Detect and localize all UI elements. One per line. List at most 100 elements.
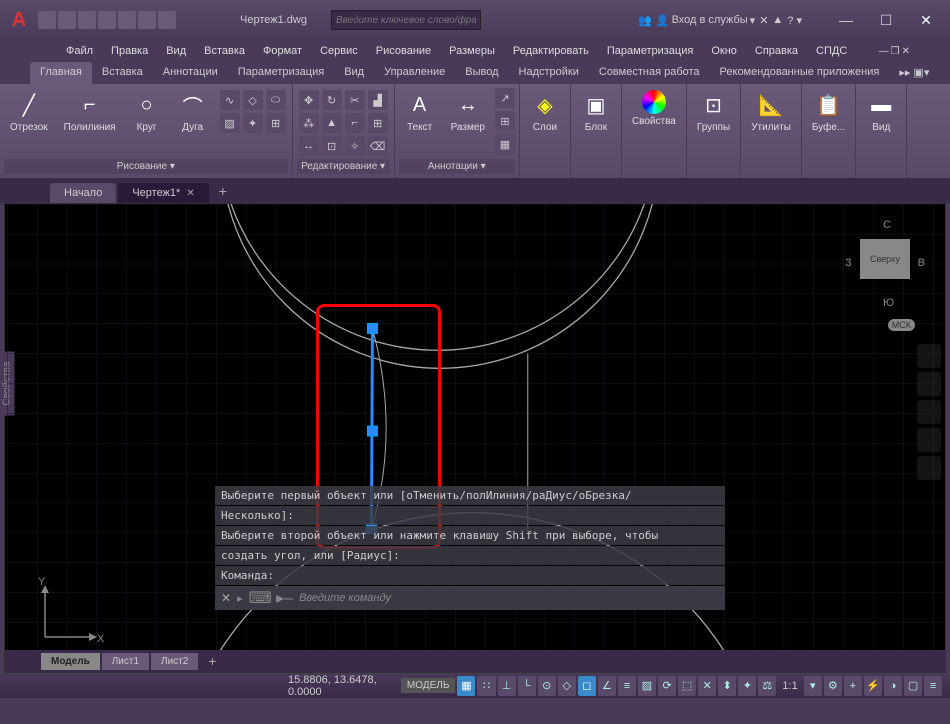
maximize-button[interactable]: ☐ <box>866 5 906 35</box>
annot-tool-icon[interactable]: ▦ <box>495 134 515 154</box>
viewcube-top[interactable]: Сверху <box>860 239 910 279</box>
new-tab-button[interactable]: + <box>211 179 235 203</box>
cmd-expand-icon[interactable]: ▸ <box>237 592 243 605</box>
otrack-toggle-icon[interactable]: ∠ <box>598 676 616 696</box>
rtab-collab[interactable]: Совместная работа <box>589 62 710 84</box>
draw-tool-icon[interactable]: ✦ <box>243 113 263 133</box>
layout-sheet2[interactable]: Лист2 <box>151 653 198 670</box>
cmd-close-icon[interactable]: ✕ <box>221 591 231 605</box>
ucs-icon[interactable]: YX <box>35 577 105 652</box>
nav-pan-icon[interactable] <box>917 372 941 396</box>
command-input[interactable]: Введите команду <box>299 592 391 604</box>
menu-insert[interactable]: Вставка <box>198 43 251 59</box>
qat-undo-icon[interactable] <box>138 11 156 29</box>
menu-draw[interactable]: Рисование <box>370 43 437 59</box>
layout-sheet1[interactable]: Лист1 <box>102 653 149 670</box>
wcs-badge[interactable]: МСК <box>888 319 915 331</box>
minimize-button[interactable]: — <box>826 5 866 35</box>
login-button[interactable]: 👤Вход в службы▾ <box>656 14 755 27</box>
array-icon[interactable]: ⊞ <box>368 113 388 133</box>
nav-orbit-icon[interactable] <box>917 428 941 452</box>
rtab-extra[interactable]: ▸▸ ▣▾ <box>889 62 939 84</box>
offset-icon[interactable]: ⊡ <box>322 136 342 156</box>
menu-edit[interactable]: Правка <box>105 43 154 59</box>
scale-dropdown-icon[interactable]: ▾ <box>804 676 822 696</box>
doc-close-icon[interactable]: ✕ <box>902 46 910 57</box>
qat-open-icon[interactable] <box>58 11 76 29</box>
rtab-view[interactable]: Вид <box>334 62 374 84</box>
polyline-button[interactable]: ⌐Полилиния <box>58 88 122 135</box>
qat-save-icon[interactable] <box>78 11 96 29</box>
command-window[interactable]: Выберите первый объект или [оТменить/пол… <box>215 486 725 610</box>
mirror-icon[interactable]: ▟ <box>368 90 388 110</box>
command-input-row[interactable]: ✕ ▸ ⌨ ▸– Введите команду <box>215 586 725 610</box>
3dosnap-toggle-icon[interactable]: ⬚ <box>678 676 696 696</box>
fillet-icon[interactable]: ⌐ <box>345 113 365 133</box>
panel-label[interactable]: Редактирование ▾ <box>297 159 390 174</box>
customize-icon[interactable]: ≡ <box>924 676 942 696</box>
groups-button[interactable]: ⊡Группы <box>691 88 736 135</box>
osnap-toggle-icon[interactable]: ◻ <box>578 676 596 696</box>
menu-dimension[interactable]: Размеры <box>443 43 501 59</box>
coords-readout[interactable]: 15.8806, 13.6478, 0.0000 <box>288 674 391 698</box>
qat-plot-icon[interactable] <box>118 11 136 29</box>
qat-new-icon[interactable] <box>38 11 56 29</box>
move-icon[interactable]: ✥ <box>299 90 319 110</box>
doc-restore-icon[interactable]: ❐ <box>891 46 900 57</box>
menu-spds[interactable]: СПДС <box>810 43 853 59</box>
rotate-icon[interactable]: ↻ <box>322 90 342 110</box>
compass-e[interactable]: В <box>918 257 925 269</box>
draw-tool-icon[interactable]: ⊞ <box>266 113 286 133</box>
cleanscreen-icon[interactable]: ▢ <box>904 676 922 696</box>
drawing-area[interactable]: Свойства С З В Ю Сверху МСК <box>4 203 946 673</box>
transparency-toggle-icon[interactable]: ▨ <box>638 676 656 696</box>
block-button[interactable]: ▣Блок <box>575 88 617 135</box>
copy-icon[interactable]: ⁂ <box>299 113 319 133</box>
menu-format[interactable]: Формат <box>257 43 308 59</box>
menu-tools[interactable]: Сервис <box>314 43 364 59</box>
trim-icon[interactable]: ✂ <box>345 90 365 110</box>
panel-label[interactable]: Аннотации ▾ <box>399 159 515 174</box>
annoscale-toggle-icon[interactable]: ⚖ <box>758 676 776 696</box>
erase-icon[interactable]: ⌫ <box>368 136 388 156</box>
help-icon[interactable]: ? ▾ <box>787 14 802 27</box>
lineweight-toggle-icon[interactable]: ≡ <box>618 676 636 696</box>
menu-file[interactable]: Файл <box>60 43 99 59</box>
rtab-manage[interactable]: Управление <box>374 62 455 84</box>
ortho-toggle-icon[interactable]: └ <box>518 676 536 696</box>
close-button[interactable]: ✕ <box>906 5 946 35</box>
draw-tool-icon[interactable]: ⬭ <box>266 90 286 110</box>
stretch-icon[interactable]: ↔ <box>299 136 319 156</box>
utilities-button[interactable]: 📐Утилиты <box>745 88 797 135</box>
nav-wheel-icon[interactable] <box>917 344 941 368</box>
menu-modify[interactable]: Редактировать <box>507 43 595 59</box>
rtab-output[interactable]: Вывод <box>455 62 508 84</box>
tab-drawing[interactable]: Чертеж1*✕ <box>118 183 208 203</box>
text-button[interactable]: AТекст <box>399 88 441 154</box>
compass-n[interactable]: С <box>883 219 891 231</box>
rtab-addins[interactable]: Надстройки <box>509 62 589 84</box>
gizmo-toggle-icon[interactable]: ✦ <box>738 676 756 696</box>
exchange-icon[interactable]: ✕ <box>759 14 768 27</box>
dynucs-toggle-icon[interactable]: ✕ <box>698 676 716 696</box>
rtab-annotate[interactable]: Аннотации <box>153 62 228 84</box>
view-button[interactable]: ▬Вид <box>860 88 902 135</box>
layout-model[interactable]: Модель <box>41 653 100 670</box>
nav-showmotion-icon[interactable] <box>917 456 941 480</box>
menu-help[interactable]: Справка <box>749 43 804 59</box>
infer-toggle-icon[interactable]: ⊥ <box>498 676 516 696</box>
tab-close-icon[interactable]: ✕ <box>186 188 194 199</box>
snap-toggle-icon[interactable]: ∷ <box>477 676 495 696</box>
compass-s[interactable]: Ю <box>883 297 894 309</box>
qat-saveas-icon[interactable] <box>98 11 116 29</box>
iso-toggle-icon[interactable]: ◇ <box>558 676 576 696</box>
rtab-insert[interactable]: Вставка <box>92 62 153 84</box>
layers-button[interactable]: ◈Слои <box>524 88 566 135</box>
nav-zoom-icon[interactable] <box>917 400 941 424</box>
explode-icon[interactable]: ✧ <box>345 136 365 156</box>
annomonitor-icon[interactable]: + <box>844 676 862 696</box>
clipboard-button[interactable]: 📋Буфе... <box>806 88 851 135</box>
line-button[interactable]: ╱Отрезок <box>4 88 54 135</box>
draw-tool-icon[interactable]: ◇ <box>243 90 263 110</box>
draw-tool-icon[interactable]: ∿ <box>220 90 240 110</box>
